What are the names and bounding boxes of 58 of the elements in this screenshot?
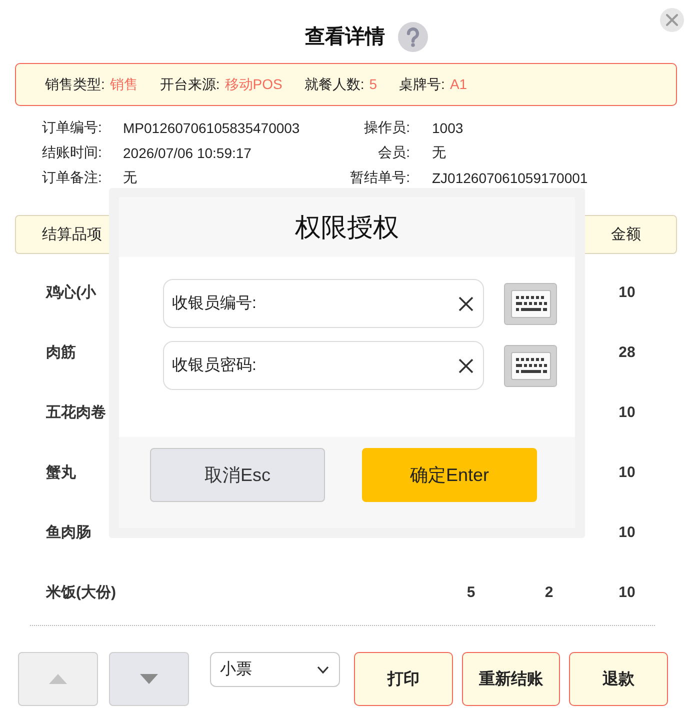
detail-label: 操作员: [364,118,410,136]
item-name: 米饭(大份) [46,582,116,602]
detail-label: 订单编号: [42,118,102,136]
clear-icon[interactable] [458,358,474,374]
detail-value: 1003 [432,120,464,136]
action-button[interactable]: 打印 [354,652,453,706]
amount-cell: 10 [618,584,636,600]
column-header: 结算品项 [42,225,102,244]
amount-cell: 28 [618,344,636,360]
summary-label: 桌牌号: [399,76,445,94]
detail-value: MP01260706105835470003 [123,120,300,136]
input-field[interactable]: 收银员密码: [163,341,484,390]
amount-cell: 10 [618,404,636,420]
chevron-down-icon [317,666,330,674]
table-cell: 2 [544,584,554,600]
clear-icon[interactable] [458,296,474,312]
amount-cell: 10 [618,464,636,480]
detail-label: 暂结单号: [350,168,410,186]
detail-value: 2026/07/06 10:59:17 [123,144,252,160]
item-name: 鸡心(小 [46,282,96,302]
up-triangle-icon [48,674,67,684]
keyboard-button[interactable] [504,344,557,386]
item-name: 五花肉卷 [46,402,106,422]
item-name: 肉筋 [46,342,76,362]
summary-value: 移动POS [224,76,282,94]
keyboard-icon [510,290,550,318]
detail-value: 无 [123,168,137,186]
action-button[interactable]: 重新结账 [462,652,560,706]
input-field[interactable]: 收银员编号: [163,279,484,328]
detail-value: 无 [432,144,446,162]
close-icon [666,14,678,26]
summary-value: A1 [450,76,468,94]
detail-value: ZJ012607061059170001 [432,170,588,186]
summary-label: 开台来源: [160,76,220,94]
summary-label: 就餐人数: [304,76,364,94]
action-button[interactable]: 退款 [569,652,668,706]
detail-label: 会员: [378,144,410,162]
down-triangle-icon [140,674,158,684]
column-header: 金额 [611,225,641,244]
amount-cell: 10 [618,524,636,540]
summary-value: 5 [369,76,378,94]
close-button[interactable] [660,8,684,32]
detail-label: 结账时间: [42,144,102,162]
confirm-button[interactable]: 确定Enter [362,448,537,502]
item-name: 鱼肉肠 [46,522,91,542]
amount-cell: 10 [618,284,636,300]
print-type-dropdown[interactable]: 小票 [210,652,340,687]
keyboard-icon [510,352,550,380]
summary-value: 销售 [110,76,138,94]
dialog-title: 查看详情 [305,24,385,50]
table-cell: 5 [466,584,476,600]
keyboard-button[interactable] [504,282,557,324]
help-icon[interactable] [398,22,428,52]
detail-label: 订单备注: [42,168,102,186]
auth-dialog-title: 权限授权 [295,210,399,244]
item-name: 蟹丸 [46,462,76,482]
cancel-button[interactable]: 取消Esc [150,448,325,502]
summary-label: 销售类型: [45,76,105,94]
